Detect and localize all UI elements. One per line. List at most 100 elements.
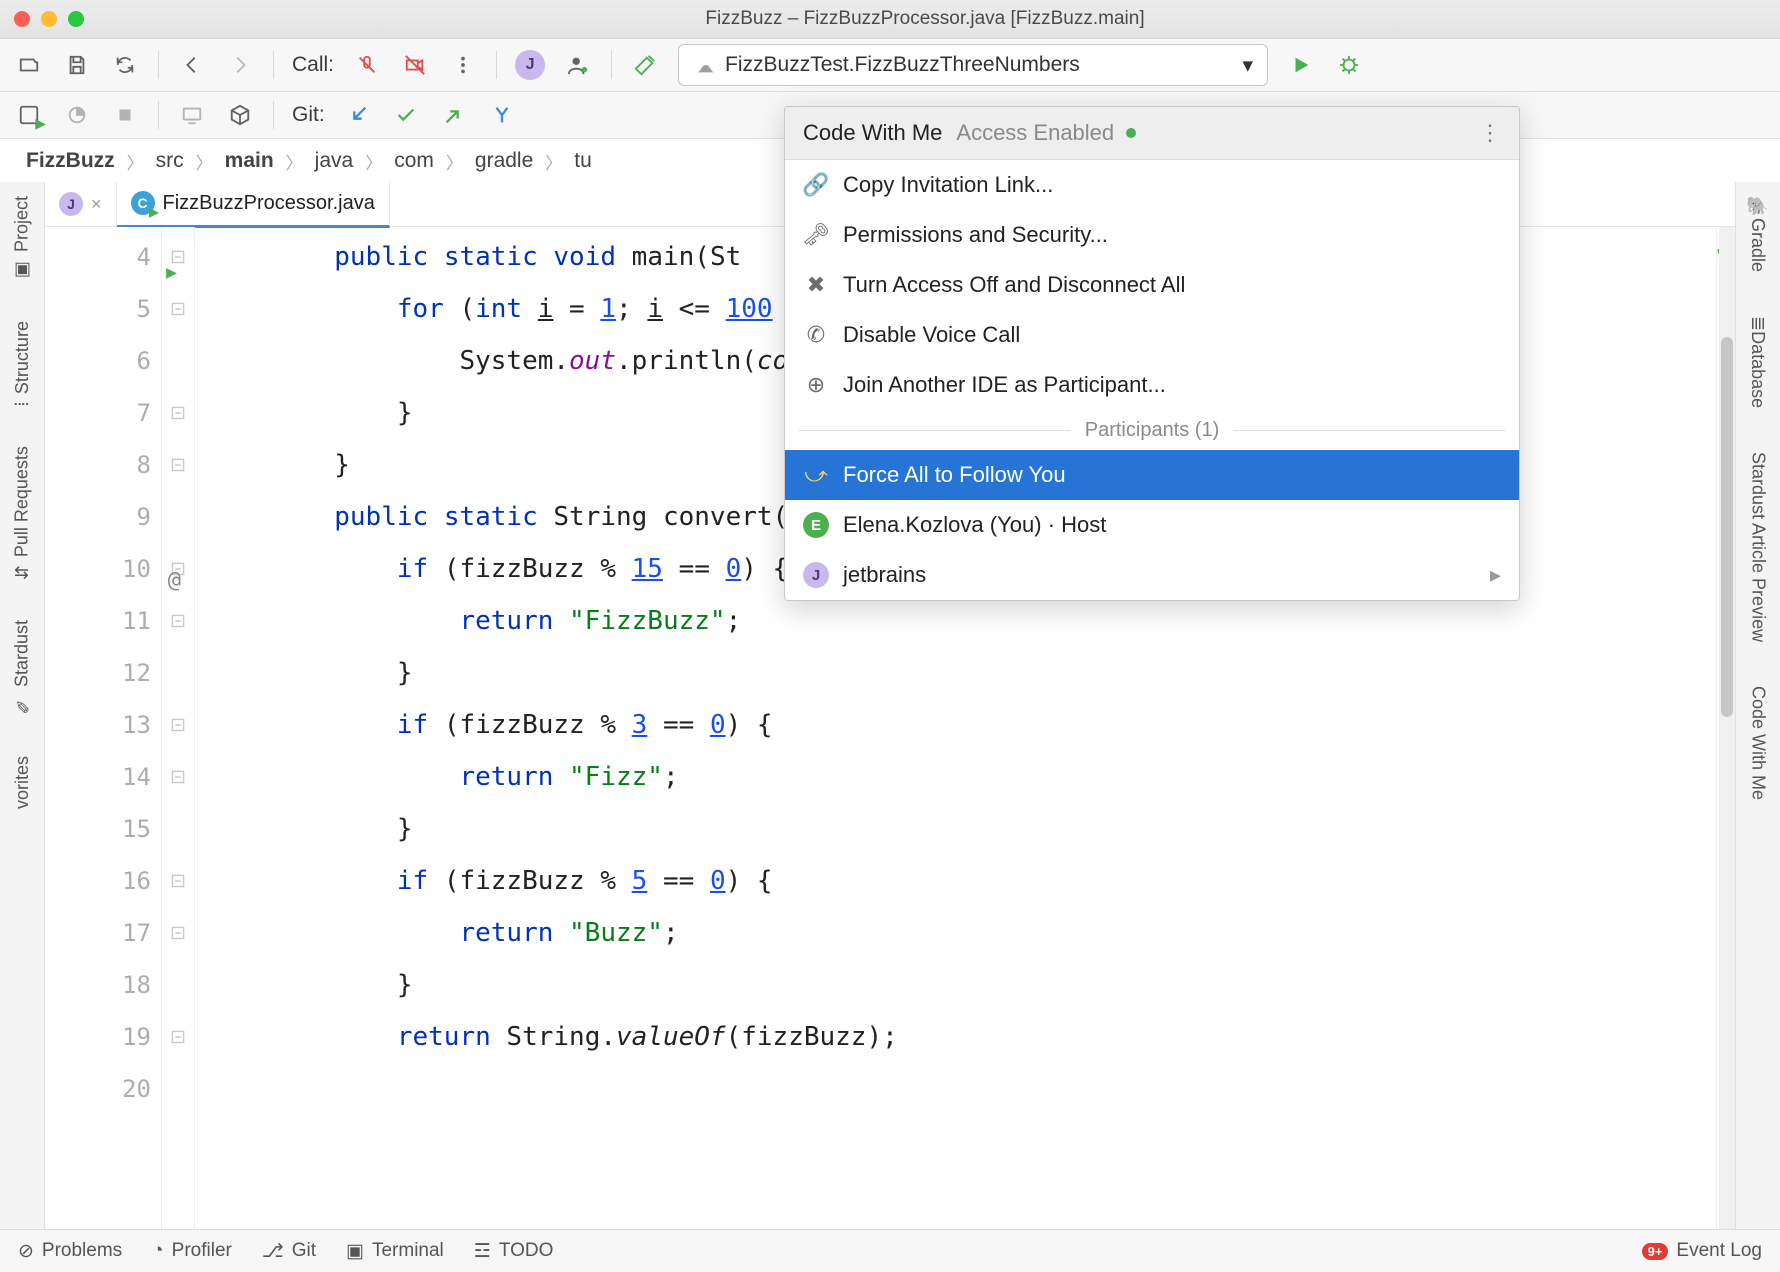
link-icon: 🔗 xyxy=(803,172,829,198)
popup-menu-item[interactable]: 🔗 Copy Invitation Link... xyxy=(785,160,1519,210)
fold-gutter[interactable] xyxy=(162,227,195,1230)
minimize-window-button[interactable] xyxy=(41,11,57,27)
editor-tab-active[interactable]: C▶ FizzBuzzProcessor.java xyxy=(117,181,390,228)
window-title: FizzBuzz – FizzBuzzProcessor.java [FizzB… xyxy=(84,8,1766,30)
tool-window-favorites[interactable]: vorites xyxy=(10,748,35,817)
run-config-selector[interactable]: FizzBuzzTest.FizzBuzzThreeNumbers ▾ xyxy=(678,44,1268,86)
user-avatar[interactable]: J xyxy=(515,50,545,80)
line-number-gutter[interactable]: 4▶5678910@11121314151617181920 xyxy=(45,227,162,1230)
tool-window-stardust[interactable]: ✎Stardust xyxy=(9,612,35,724)
branch-icon: ⎇ xyxy=(262,1240,284,1263)
mic-off-icon[interactable] xyxy=(352,50,382,80)
participant-item[interactable]: E Elena.Kozlova (You) · Host xyxy=(785,500,1519,550)
right-tool-strip: 🐘Gradle ≣Database Stardust Article Previ… xyxy=(1735,182,1780,1230)
run-anything-icon[interactable]: ▶ xyxy=(14,100,44,130)
package-icon[interactable] xyxy=(225,100,255,130)
popup-title: Code With Me xyxy=(803,120,942,146)
refresh-icon[interactable] xyxy=(110,50,140,80)
editor-tab[interactable]: J × xyxy=(45,182,117,226)
menu-item-label: Turn Access Off and Disconnect All xyxy=(843,272,1185,298)
status-problems[interactable]: ⊘Problems xyxy=(18,1240,122,1263)
tool-window-project[interactable]: ▣Project xyxy=(9,188,35,289)
notification-badge: 9+ xyxy=(1642,1243,1669,1260)
tool-window-database[interactable]: ≣Database xyxy=(1745,308,1771,416)
zoom-window-button[interactable] xyxy=(68,11,84,27)
coverage-icon[interactable] xyxy=(62,100,92,130)
screen-icon[interactable] xyxy=(177,100,207,130)
breadcrumb-item[interactable]: FizzBuzz xyxy=(20,149,121,173)
traffic-lights xyxy=(14,11,84,27)
save-icon[interactable] xyxy=(62,50,92,80)
warning-icon: ⊘ xyxy=(18,1240,34,1263)
status-terminal[interactable]: ▣Terminal xyxy=(346,1240,444,1263)
breadcrumb-item[interactable]: src xyxy=(150,149,190,173)
participant-label: Force All to Follow You xyxy=(843,462,1066,488)
breadcrumb-item[interactable]: java xyxy=(309,149,360,173)
cam-off-icon[interactable] xyxy=(400,50,430,80)
git-fetch-icon[interactable] xyxy=(487,100,517,130)
follow-icon: ⤻ xyxy=(803,462,829,488)
popup-more-icon[interactable]: ⋮ xyxy=(1479,120,1501,146)
tool-window-structure[interactable]: ⦙Structure xyxy=(10,313,35,414)
participant-item[interactable]: Jjetbrains ▸ xyxy=(785,550,1519,600)
popup-menu-item[interactable]: 🗝 Permissions and Security... xyxy=(785,210,1519,260)
chevron-right-icon: ▸ xyxy=(1490,562,1501,588)
popup-header: Code With Me Access Enabled ⋮ xyxy=(785,107,1519,160)
stop-icon[interactable] xyxy=(110,100,140,130)
tool-window-stardust-preview[interactable]: Stardust Article Preview xyxy=(1746,444,1771,650)
menu-item-label: Join Another IDE as Participant... xyxy=(843,372,1166,398)
participant-label: jetbrains xyxy=(843,562,926,588)
breadcrumb-item[interactable]: com xyxy=(388,149,440,173)
status-dot-icon xyxy=(1126,128,1136,138)
debug-icon[interactable] xyxy=(1334,50,1364,80)
list-icon: ☲ xyxy=(474,1240,491,1263)
chevron-down-icon: ▾ xyxy=(1242,53,1253,78)
close-tab-icon[interactable]: × xyxy=(91,194,102,215)
code-with-me-popup: Code With Me Access Enabled ⋮ 🔗 Copy Invi… xyxy=(784,106,1520,601)
breadcrumb-item[interactable]: tu xyxy=(568,149,598,173)
popup-subtitle: Access Enabled xyxy=(956,120,1114,146)
tool-window-gradle[interactable]: 🐘Gradle xyxy=(1745,188,1771,280)
key-icon: 🗝 xyxy=(803,222,829,248)
tool-window-pull-requests[interactable]: ⇵Pull Requests xyxy=(9,438,35,588)
status-bar: ⊘Problems ◔Profiler ⎇Git ▣Terminal ☲TODO… xyxy=(0,1229,1780,1272)
git-update-icon[interactable] xyxy=(343,100,373,130)
back-icon[interactable] xyxy=(177,50,207,80)
popup-menu-item[interactable]: ✖ Turn Access Off and Disconnect All xyxy=(785,260,1519,310)
git-commit-icon[interactable] xyxy=(391,100,421,130)
window-titlebar: FizzBuzz – FizzBuzzProcessor.java [FizzB… xyxy=(0,0,1780,39)
call-more-icon[interactable] xyxy=(448,50,478,80)
git-label: Git: xyxy=(292,103,325,127)
status-todo[interactable]: ☲TODO xyxy=(474,1240,554,1263)
terminal-icon: ▣ xyxy=(346,1240,364,1263)
avatar: E xyxy=(803,512,829,538)
close-window-button[interactable] xyxy=(14,11,30,27)
tab-filename: FizzBuzzProcessor.java xyxy=(163,192,375,215)
phone-icon: ✆ xyxy=(803,322,829,348)
off-icon: ✖ xyxy=(803,272,829,298)
run-icon[interactable] xyxy=(1286,50,1316,80)
breadcrumb-item[interactable]: main xyxy=(219,149,280,173)
popup-menu-item[interactable]: ✆Disable Voice Call xyxy=(785,310,1519,360)
force-follow-item[interactable]: ⤻ Force All to Follow You xyxy=(785,450,1519,500)
left-tool-strip: ▣Project ⦙Structure ⇵Pull Requests ✎Star… xyxy=(0,182,45,1230)
tab-badge-icon: J xyxy=(59,192,83,216)
menu-item-label: Copy Invitation Link... xyxy=(843,172,1053,198)
avatar: J xyxy=(803,562,829,588)
status-event-log[interactable]: 9+Event Log xyxy=(1642,1240,1762,1262)
menu-item-label: Permissions and Security... xyxy=(843,222,1108,248)
popup-menu-item[interactable]: ⊕Join Another IDE as Participant... xyxy=(785,360,1519,410)
build-icon[interactable] xyxy=(630,50,660,80)
profiler-icon: ◔ xyxy=(152,1240,163,1262)
editor-scrollbar[interactable] xyxy=(1719,227,1735,1230)
git-push-icon[interactable] xyxy=(439,100,469,130)
breadcrumb-item[interactable]: gradle xyxy=(469,149,539,173)
participant-label: Elena.Kozlova (You) · Host xyxy=(843,512,1106,538)
tool-window-code-with-me[interactable]: Code With Me xyxy=(1746,678,1771,808)
add-user-icon[interactable] xyxy=(563,50,593,80)
status-git[interactable]: ⎇Git xyxy=(262,1240,316,1263)
call-label: Call: xyxy=(292,53,334,77)
open-icon[interactable] xyxy=(14,50,44,80)
status-profiler[interactable]: ◔Profiler xyxy=(152,1240,232,1262)
forward-icon[interactable] xyxy=(225,50,255,80)
